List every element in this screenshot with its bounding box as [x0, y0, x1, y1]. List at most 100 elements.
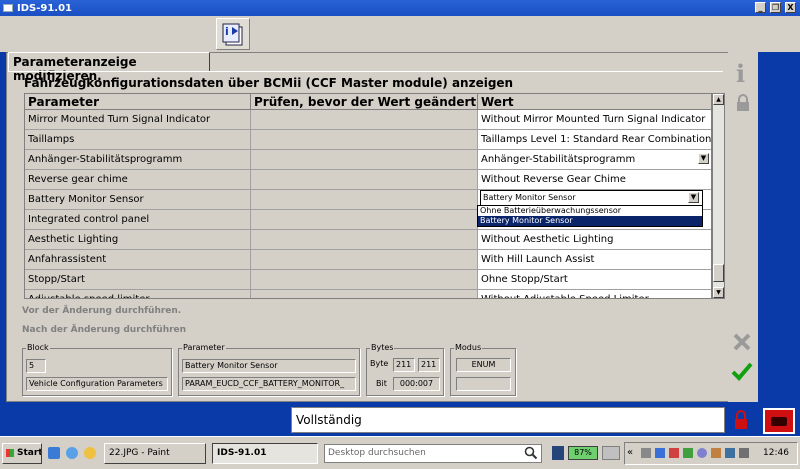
check-cell: [251, 230, 478, 250]
bytes-label: Bytes: [370, 343, 395, 352]
column-header-value[interactable]: Wert: [478, 94, 711, 110]
desktop-search-input[interactable]: Desktop durchsuchen: [324, 444, 542, 463]
table-row[interactable]: Adjustable speed limiter Without Adjustab…: [25, 290, 711, 298]
table-row[interactable]: Aesthetic Lighting Without Aesthetic Ligh…: [25, 230, 711, 250]
modus-group: Modus ENUM: [450, 343, 516, 396]
battery-sensor-select[interactable]: Battery Monitor Sensor ▼: [480, 190, 703, 206]
bit-label: Bit: [376, 379, 387, 388]
check-cell: [251, 130, 478, 150]
volume-icon[interactable]: [739, 448, 749, 458]
after-change-action[interactable]: Nach der Änderung durchführen: [22, 325, 186, 335]
battery-meter[interactable]: 87%: [568, 446, 598, 460]
section-heading: Fahrzeugkonfigurationsdaten über BCMii (…: [24, 76, 514, 90]
byte1-field: 211: [393, 358, 415, 372]
power-icon[interactable]: [602, 446, 620, 460]
svg-text:i: i: [736, 60, 745, 86]
param-cell: Mirror Mounted Turn Signal Indicator: [25, 110, 251, 130]
value-cell[interactable]: With Hill Launch Assist: [478, 250, 711, 270]
tray-icon[interactable]: [711, 448, 721, 458]
check-cell: [251, 110, 478, 130]
tray-icon[interactable]: [641, 448, 651, 458]
lock-icon[interactable]: [735, 94, 751, 112]
check-cell: [251, 290, 478, 298]
start-button[interactable]: Start: [2, 443, 42, 464]
toolbar: [0, 16, 800, 52]
value-text: Anhänger-Stabilitätsprogramm: [481, 154, 636, 165]
param-cell: Reverse gear chime: [25, 170, 251, 190]
search-icon[interactable]: [524, 446, 538, 460]
tray-icon[interactable]: [669, 448, 679, 458]
cancel-icon[interactable]: [732, 332, 752, 352]
before-change-action[interactable]: Vor der Änderung durchführen.: [22, 306, 181, 316]
param-cell: Aesthetic Lighting: [25, 230, 251, 250]
column-header-check[interactable]: Prüfen, bevor der Wert geändert ...: [251, 94, 478, 110]
table-row[interactable]: Anhänger-Stabilitätsprogramm Anhänger-Sta…: [25, 150, 711, 170]
value-cell[interactable]: Ohne Stopp/Start: [478, 270, 711, 290]
desktop-icon[interactable]: [48, 447, 60, 459]
param-cell: Adjustable speed limiter: [25, 290, 251, 298]
restore-button[interactable]: ❐: [770, 2, 781, 13]
window-title: IDS-91.01: [17, 2, 73, 14]
side-toolbar: i: [728, 52, 758, 402]
start-label: Start: [17, 448, 42, 458]
minimize-button[interactable]: _: [755, 2, 766, 13]
taskbar: Start 22.JPG - Paint IDS-91.01 Desktop d…: [0, 436, 800, 469]
clock[interactable]: 12:46: [763, 448, 789, 458]
check-cell: [251, 170, 478, 190]
status-field: Vollständig: [291, 407, 725, 433]
info-document-icon[interactable]: i: [216, 18, 250, 50]
block-number-field: 5: [26, 359, 46, 373]
help-icon[interactable]: i: [734, 60, 752, 86]
value-cell[interactable]: Without Reverse Gear Chime: [478, 170, 711, 190]
language-icon[interactable]: [552, 446, 564, 460]
table-row[interactable]: Mirror Mounted Turn Signal Indicator With…: [25, 110, 711, 130]
confirm-check-icon[interactable]: [731, 360, 753, 382]
tab-parameter-modify[interactable]: Parameteranzeige modifizieren.: [8, 52, 210, 83]
check-cell: [251, 210, 478, 230]
modus-field: ENUM: [456, 358, 511, 372]
byte2-field: 211: [418, 358, 440, 372]
task-paint[interactable]: 22.JPG - Paint: [104, 443, 206, 464]
dropdown-option[interactable]: Ohne Batterieüberwachungssensor: [478, 206, 702, 216]
table-row[interactable]: Stopp/Start Ohne Stopp/Start: [25, 270, 711, 290]
tray-icon[interactable]: [697, 448, 707, 458]
scroll-thumb[interactable]: [713, 264, 724, 282]
browser-icon[interactable]: [66, 447, 78, 459]
vehicle-connection-icon[interactable]: [763, 408, 795, 434]
value-cell[interactable]: Taillamps Level 1: Standard Rear Combina…: [478, 130, 711, 150]
dropdown-list: Ohne Batterieüberwachungssensor Battery …: [477, 205, 703, 227]
status-lock-icon[interactable]: [733, 409, 749, 431]
tray-chevron-icon[interactable]: «: [627, 447, 633, 458]
windows-logo-icon: [6, 449, 14, 457]
task-ids[interactable]: IDS-91.01: [212, 443, 318, 464]
value-cell[interactable]: Without Mirror Mounted Turn Signal Indic…: [478, 110, 711, 130]
modus-label: Modus: [454, 343, 483, 352]
scroll-down-icon[interactable]: ▼: [713, 287, 724, 298]
close-button[interactable]: X: [785, 2, 796, 13]
param-cell: Taillamps: [25, 130, 251, 150]
column-header-parameter[interactable]: Parameter: [25, 94, 251, 110]
table-row[interactable]: Reverse gear chime Without Reverse Gear C…: [25, 170, 711, 190]
tab-divider: [8, 71, 723, 72]
check-cell: [251, 150, 478, 170]
title-bar: IDS-91.01 _ ❐ X: [0, 0, 800, 16]
tray-icon[interactable]: [683, 448, 693, 458]
value-cell[interactable]: Anhänger-Stabilitätsprogramm ▼: [478, 150, 711, 170]
parameter-group: Parameter Battery Monitor Sensor PARAM_E…: [178, 343, 360, 396]
tray-icon[interactable]: [725, 448, 735, 458]
block-label: Block: [26, 343, 50, 352]
chevron-down-icon[interactable]: ▼: [698, 153, 709, 164]
table-row[interactable]: Anfahrassistent With Hill Launch Assist: [25, 250, 711, 270]
dropdown-option-selected[interactable]: Battery Monitor Sensor: [478, 216, 702, 226]
messenger-icon[interactable]: [84, 447, 96, 459]
system-tray: « 12:46: [624, 442, 798, 465]
tray-icon[interactable]: [655, 448, 665, 458]
scroll-up-icon[interactable]: ▲: [713, 94, 724, 105]
check-cell: [251, 270, 478, 290]
value-cell[interactable]: Without Adjustable Speed Limiter: [478, 290, 711, 298]
parameter-table: Parameter Prüfen, bevor der Wert geänder…: [24, 93, 712, 299]
value-cell[interactable]: Without Aesthetic Lighting: [478, 230, 711, 250]
table-row[interactable]: Taillamps Taillamps Level 1: Standard Rea…: [25, 130, 711, 150]
table-scrollbar[interactable]: ▲ ▼: [712, 93, 725, 299]
chevron-down-icon[interactable]: ▼: [688, 192, 699, 203]
